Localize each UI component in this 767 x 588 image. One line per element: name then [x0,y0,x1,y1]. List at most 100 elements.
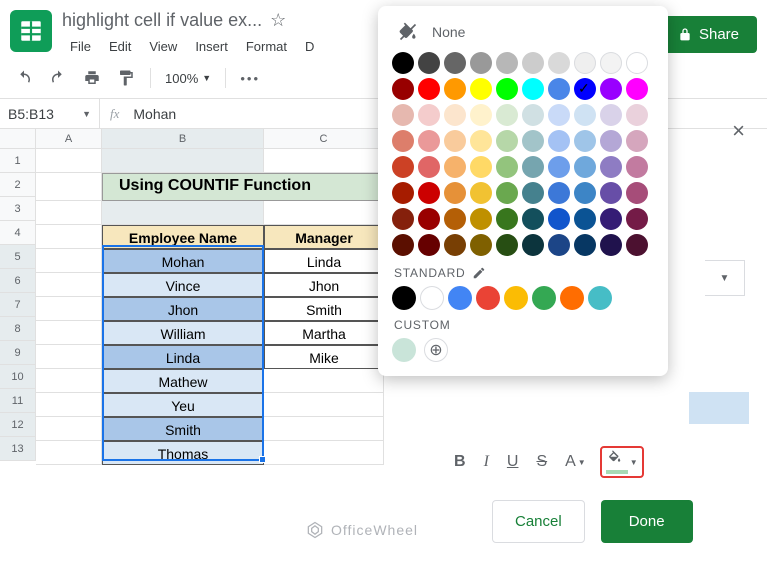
close-icon[interactable]: × [732,118,745,144]
row-header[interactable]: 6 [0,269,36,293]
row-header[interactable]: 7 [0,293,36,317]
color-swatch[interactable] [548,234,570,256]
color-swatch[interactable] [522,182,544,204]
color-swatch[interactable] [444,104,466,126]
color-swatch[interactable] [522,78,544,100]
cell[interactable]: Manager [264,225,384,249]
cell[interactable] [264,393,384,417]
color-swatch[interactable] [574,234,596,256]
row-header[interactable]: 12 [0,413,36,437]
row-header[interactable]: 3 [0,197,36,221]
color-swatch[interactable] [574,52,596,74]
cell[interactable]: Mohan [102,249,264,273]
color-swatch[interactable] [470,156,492,178]
color-swatch[interactable] [626,156,648,178]
column-header-c[interactable]: C [264,129,384,149]
color-swatch[interactable] [548,104,570,126]
cell[interactable] [264,201,384,225]
cell[interactable] [36,149,102,173]
color-swatch[interactable] [418,78,440,100]
color-swatch[interactable] [522,52,544,74]
cell[interactable] [264,441,384,465]
fill-color-button[interactable]: ▼ [600,446,644,478]
cell[interactable]: Thomas [102,441,264,465]
select-all-corner[interactable] [0,129,36,149]
color-swatch[interactable] [548,130,570,152]
color-swatch[interactable] [600,182,622,204]
redo-icon[interactable] [48,68,68,88]
cell[interactable] [36,173,102,201]
row-header[interactable]: 2 [0,173,36,197]
color-swatch[interactable] [574,182,596,204]
color-swatch[interactable] [418,234,440,256]
menu-view[interactable]: View [141,35,185,58]
cell[interactable]: Jhon [264,273,384,297]
color-swatch[interactable] [626,234,648,256]
menu-insert[interactable]: Insert [187,35,236,58]
color-swatch[interactable] [392,156,414,178]
color-swatch[interactable]: ✓ [574,78,596,100]
color-swatch[interactable] [600,78,622,100]
color-swatch[interactable] [496,130,518,152]
color-swatch[interactable] [444,78,466,100]
cell[interactable] [264,149,384,173]
color-swatch[interactable] [548,78,570,100]
color-swatch[interactable] [574,208,596,230]
color-swatch[interactable] [600,52,622,74]
standard-color-swatch[interactable] [560,286,584,310]
color-swatch[interactable] [600,104,622,126]
color-swatch[interactable] [600,208,622,230]
cell[interactable] [102,149,264,173]
pencil-icon[interactable] [472,266,486,280]
color-swatch[interactable] [392,130,414,152]
color-swatch[interactable] [522,104,544,126]
color-swatch[interactable] [418,156,440,178]
color-swatch[interactable] [392,52,414,74]
row-header[interactable]: 11 [0,389,36,413]
cell[interactable] [36,417,102,441]
standard-color-swatch[interactable] [588,286,612,310]
cell[interactable]: Martha [264,321,384,345]
color-swatch[interactable] [626,208,648,230]
color-swatch[interactable] [418,182,440,204]
standard-color-swatch[interactable] [532,286,556,310]
cell[interactable]: Employee Name [102,225,264,249]
cell[interactable]: Linda [102,345,264,369]
row-header[interactable]: 9 [0,341,36,365]
text-color-button[interactable]: A▼ [561,451,590,473]
color-swatch[interactable] [418,130,440,152]
color-swatch[interactable] [470,78,492,100]
strikethrough-button[interactable]: S [532,451,551,473]
color-swatch[interactable] [444,130,466,152]
color-swatch[interactable] [496,78,518,100]
cell[interactable] [36,297,102,321]
share-button[interactable]: Share [659,16,757,53]
color-swatch[interactable] [522,208,544,230]
color-swatch[interactable] [548,208,570,230]
color-swatch[interactable] [574,156,596,178]
color-swatch[interactable] [470,130,492,152]
name-box[interactable]: B5:B13 ▼ [0,99,100,128]
add-custom-color-button[interactable]: ⊕ [424,338,448,362]
cancel-button[interactable]: Cancel [492,500,585,543]
more-icon[interactable]: ••• [240,68,260,88]
color-swatch[interactable] [418,104,440,126]
color-swatch[interactable] [626,104,648,126]
cell[interactable] [36,201,102,225]
row-header[interactable]: 1 [0,149,36,173]
color-swatch[interactable] [470,182,492,204]
cell[interactable]: Smith [264,297,384,321]
color-swatch[interactable] [392,234,414,256]
color-swatch[interactable] [496,182,518,204]
cell[interactable] [36,249,102,273]
color-swatch[interactable] [522,234,544,256]
formula-bar[interactable]: Mohan [129,106,180,122]
undo-icon[interactable] [14,68,34,88]
color-swatch[interactable] [470,234,492,256]
cell[interactable] [36,345,102,369]
standard-color-swatch[interactable] [392,286,416,310]
cell[interactable]: Using COUNTIF Function [102,173,384,201]
paint-format-icon[interactable] [116,68,136,88]
cell[interactable]: Yeu [102,393,264,417]
cell[interactable] [36,321,102,345]
